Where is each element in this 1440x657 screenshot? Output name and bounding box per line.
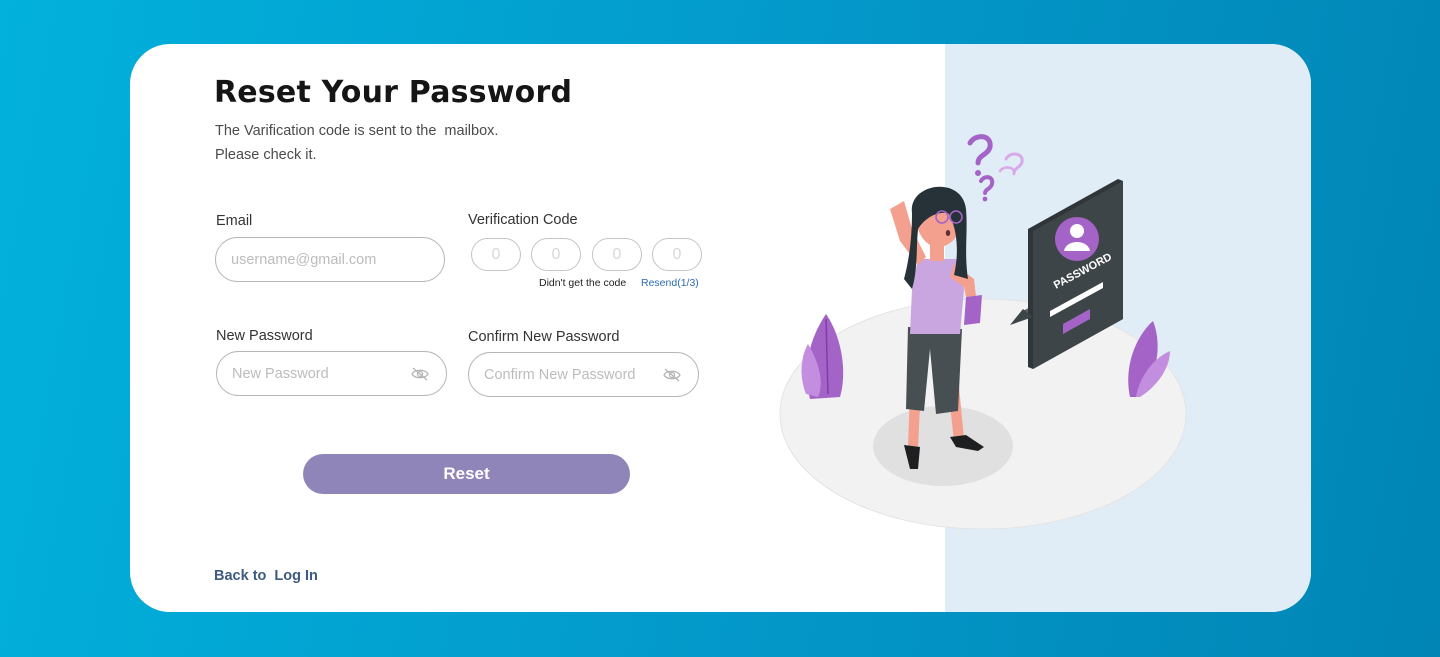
eye-off-icon[interactable] (411, 366, 431, 382)
email-label: Email (216, 213, 253, 229)
page-title: Reset Your Password (214, 75, 573, 110)
question-marks-icon (967, 134, 1024, 202)
reset-password-card: Reset Your Password The Varification cod… (130, 44, 1311, 612)
eye-off-icon[interactable] (663, 367, 683, 383)
code-digit-3[interactable]: 0 (592, 238, 642, 271)
code-digit-4[interactable]: 0 (652, 238, 702, 271)
new-password-field-wrapper (216, 351, 447, 396)
resend-code-link[interactable]: Resend(1/3) (641, 277, 699, 289)
instructions-text: The Varification code is sent to the mai… (215, 119, 498, 167)
new-password-label: New Password (216, 328, 313, 344)
new-password-field[interactable] (232, 365, 411, 382)
instructions-line-2: Please check it. (215, 147, 317, 163)
back-to-login: Back to Log In (214, 568, 318, 584)
instructions-line-1: The Varification code is sent to the mai… (215, 123, 499, 139)
code-digit-1[interactable]: 0 (471, 238, 521, 271)
confirm-password-field-wrapper (468, 352, 699, 397)
confirm-password-label: Confirm New Password (468, 329, 620, 345)
email-field[interactable] (231, 251, 429, 268)
reset-button[interactable]: Reset (303, 454, 630, 494)
verification-code-label: Verification Code (468, 212, 578, 228)
plant-left-icon (801, 314, 844, 399)
confirm-password-field[interactable] (484, 366, 663, 383)
forgot-password-illustration: PASSWORD (779, 134, 1187, 529)
back-to-text: Back to (214, 568, 267, 584)
email-field-wrapper (215, 237, 445, 282)
login-link[interactable]: Log In (274, 568, 318, 584)
code-digit-2[interactable]: 0 (531, 238, 581, 271)
code-hint: Didn't get the code (539, 277, 627, 289)
